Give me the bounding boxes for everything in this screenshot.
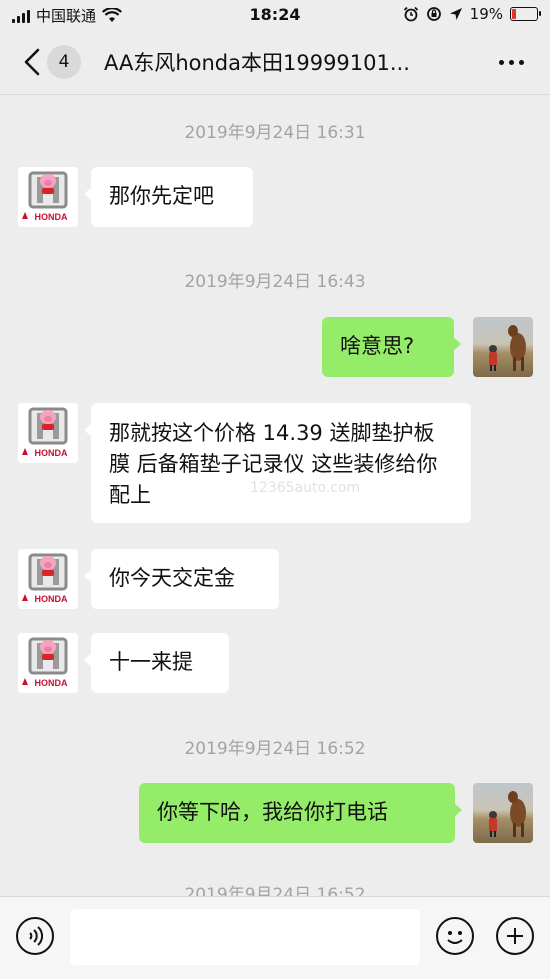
input-bar [0,896,550,979]
svg-text:HONDA: HONDA [35,678,68,688]
user-avatar[interactable] [473,783,533,843]
message-bubble-incoming: 那就按这个价格 14.39 送脚垫护板膜 后备箱垫子记录仪 这些装修给你配上 [84,403,471,523]
svg-text:HONDA: HONDA [35,212,68,222]
message-input[interactable] [70,909,420,965]
chat-title: AA东风honda本田19999101... [104,51,410,75]
timestamp: 2019年9月24日 16:52 [184,739,366,759]
unread-count-badge[interactable]: 4 [47,45,81,79]
more-options-icon[interactable] [499,60,524,65]
timestamp: 2019年9月24日 16:31 [184,123,366,143]
timestamp: 2019年9月24日 16:43 [184,272,366,292]
message-bubble-outgoing: 你等下哈，我给你打电话 [139,783,462,843]
contact-avatar[interactable]: HONDA [18,549,78,609]
svg-text:HONDA: HONDA [35,594,68,604]
svg-text:HONDA: HONDA [35,448,68,458]
contact-avatar[interactable]: HONDA [18,167,78,227]
contact-avatar[interactable]: HONDA [18,633,78,693]
status-bar: 中国联通 18:24 19% [0,0,550,30]
user-avatar[interactable] [473,317,533,377]
emoji-icon[interactable] [436,917,474,955]
contact-avatar[interactable]: HONDA [18,403,78,463]
message-bubble-incoming: 十一来提 [84,633,229,693]
alarm-icon [403,6,418,22]
message-bubble-incoming: 那你先定吧 [84,167,253,227]
plus-icon[interactable] [496,917,534,955]
chat-header: 4 AA东风honda本田19999101... [0,30,550,95]
timestamp: 2019年9月24日 16:52 [184,885,366,896]
battery-icon [510,7,541,21]
message-bubble-incoming: 你今天交定金 [84,549,279,609]
watermark: 12365auto.com [250,480,361,496]
rotation-lock-icon [426,7,441,21]
voice-input-icon[interactable] [16,917,54,955]
location-icon [449,8,462,20]
message-bubble-outgoing: 啥意思? [322,317,461,377]
battery-percent: 19% [469,5,503,23]
back-chevron-icon[interactable] [18,46,48,78]
